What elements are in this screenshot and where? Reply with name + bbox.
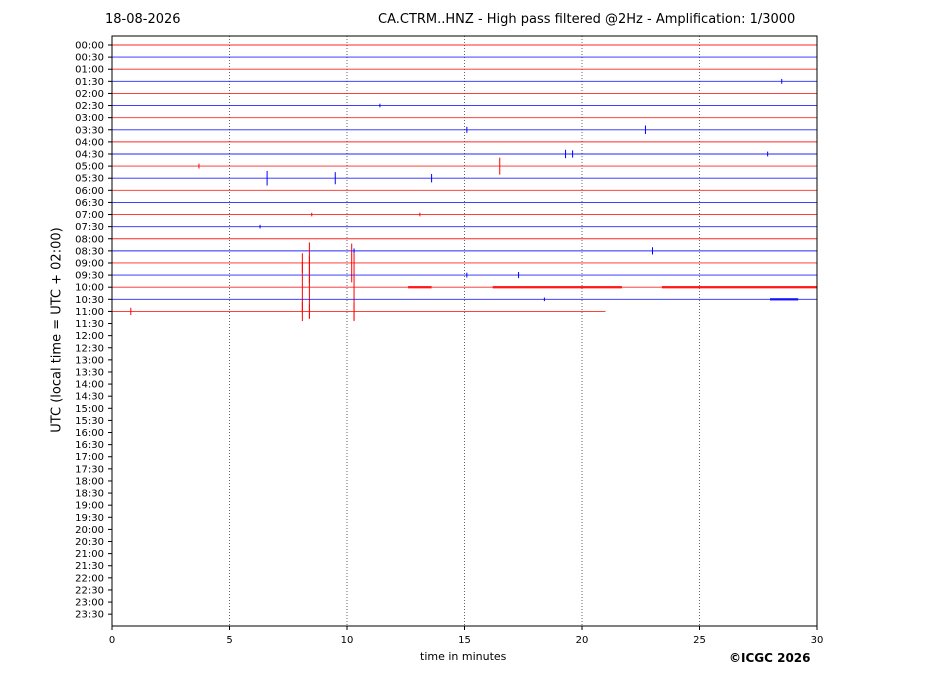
y-tick-label: 02:00 <box>75 89 104 100</box>
y-tick-label: 06:00 <box>75 186 104 197</box>
y-tick-label: 23:00 <box>75 598 104 609</box>
y-tick-label: 12:00 <box>75 331 104 342</box>
y-tick-label: 02:30 <box>75 101 104 112</box>
x-tick-label: 20 <box>576 635 589 646</box>
y-tick-label: 16:00 <box>75 428 104 439</box>
x-tick-label: 15 <box>458 635 471 646</box>
y-tick-label: 11:00 <box>75 307 104 318</box>
y-tick-label: 17:00 <box>75 452 104 463</box>
y-tick-label: 03:30 <box>75 125 104 136</box>
y-tick-label: 07:30 <box>75 222 104 233</box>
trace-burst <box>408 286 432 289</box>
y-tick-label: 19:30 <box>75 513 104 524</box>
y-tick-label: 00:00 <box>75 41 104 52</box>
y-tick-label: 12:30 <box>75 343 104 354</box>
y-tick-label: 08:30 <box>75 246 104 257</box>
y-tick-label: 21:30 <box>75 561 104 572</box>
x-tick-label: 30 <box>811 635 824 646</box>
x-tick-label: 25 <box>693 635 706 646</box>
y-tick-label: 15:00 <box>75 404 104 415</box>
y-tick-label: 13:00 <box>75 355 104 366</box>
y-tick-label: 01:00 <box>75 65 104 76</box>
y-tick-label: 13:30 <box>75 367 104 378</box>
seismogram-plot: 00:0000:3001:0001:3002:0002:3003:0003:30… <box>75 35 824 646</box>
y-tick-label: 21:00 <box>75 549 104 560</box>
x-tick-label: 10 <box>341 635 354 646</box>
y-tick-label: 07:00 <box>75 210 104 221</box>
y-tick-label: 15:30 <box>75 416 104 427</box>
y-tick-label: 05:00 <box>75 162 104 173</box>
y-tick-label: 18:00 <box>75 476 104 487</box>
y-tick-label: 17:30 <box>75 464 104 475</box>
trace-burst <box>492 286 622 289</box>
y-tick-label: 20:00 <box>75 525 104 536</box>
y-tick-label: 01:30 <box>75 77 104 88</box>
trace-burst <box>770 298 799 301</box>
x-tick-label: 5 <box>226 635 232 646</box>
y-tick-label: 10:00 <box>75 283 104 294</box>
y-tick-label: 22:30 <box>75 585 104 596</box>
y-tick-label: 05:30 <box>75 174 104 185</box>
y-tick-label: 22:00 <box>75 573 104 584</box>
y-tick-label: 20:30 <box>75 537 104 548</box>
y-tick-label: 14:00 <box>75 380 104 391</box>
y-tick-label: 04:00 <box>75 137 104 148</box>
trace-burst <box>661 286 817 289</box>
y-tick-label: 09:30 <box>75 271 104 282</box>
y-tick-label: 19:00 <box>75 501 104 512</box>
y-tick-label: 03:00 <box>75 113 104 124</box>
y-tick-label: 23:30 <box>75 610 104 621</box>
y-tick-label: 16:30 <box>75 440 104 451</box>
y-tick-label: 14:30 <box>75 392 104 403</box>
y-tick-label: 06:30 <box>75 198 104 209</box>
y-tick-label: 00:30 <box>75 53 104 64</box>
y-tick-label: 11:30 <box>75 319 104 330</box>
y-tick-label: 18:30 <box>75 489 104 500</box>
y-tick-label: 08:00 <box>75 234 104 245</box>
y-tick-label: 04:30 <box>75 149 104 160</box>
y-tick-label: 09:00 <box>75 258 104 269</box>
x-tick-label: 0 <box>109 635 115 646</box>
y-tick-label: 10:30 <box>75 295 104 306</box>
